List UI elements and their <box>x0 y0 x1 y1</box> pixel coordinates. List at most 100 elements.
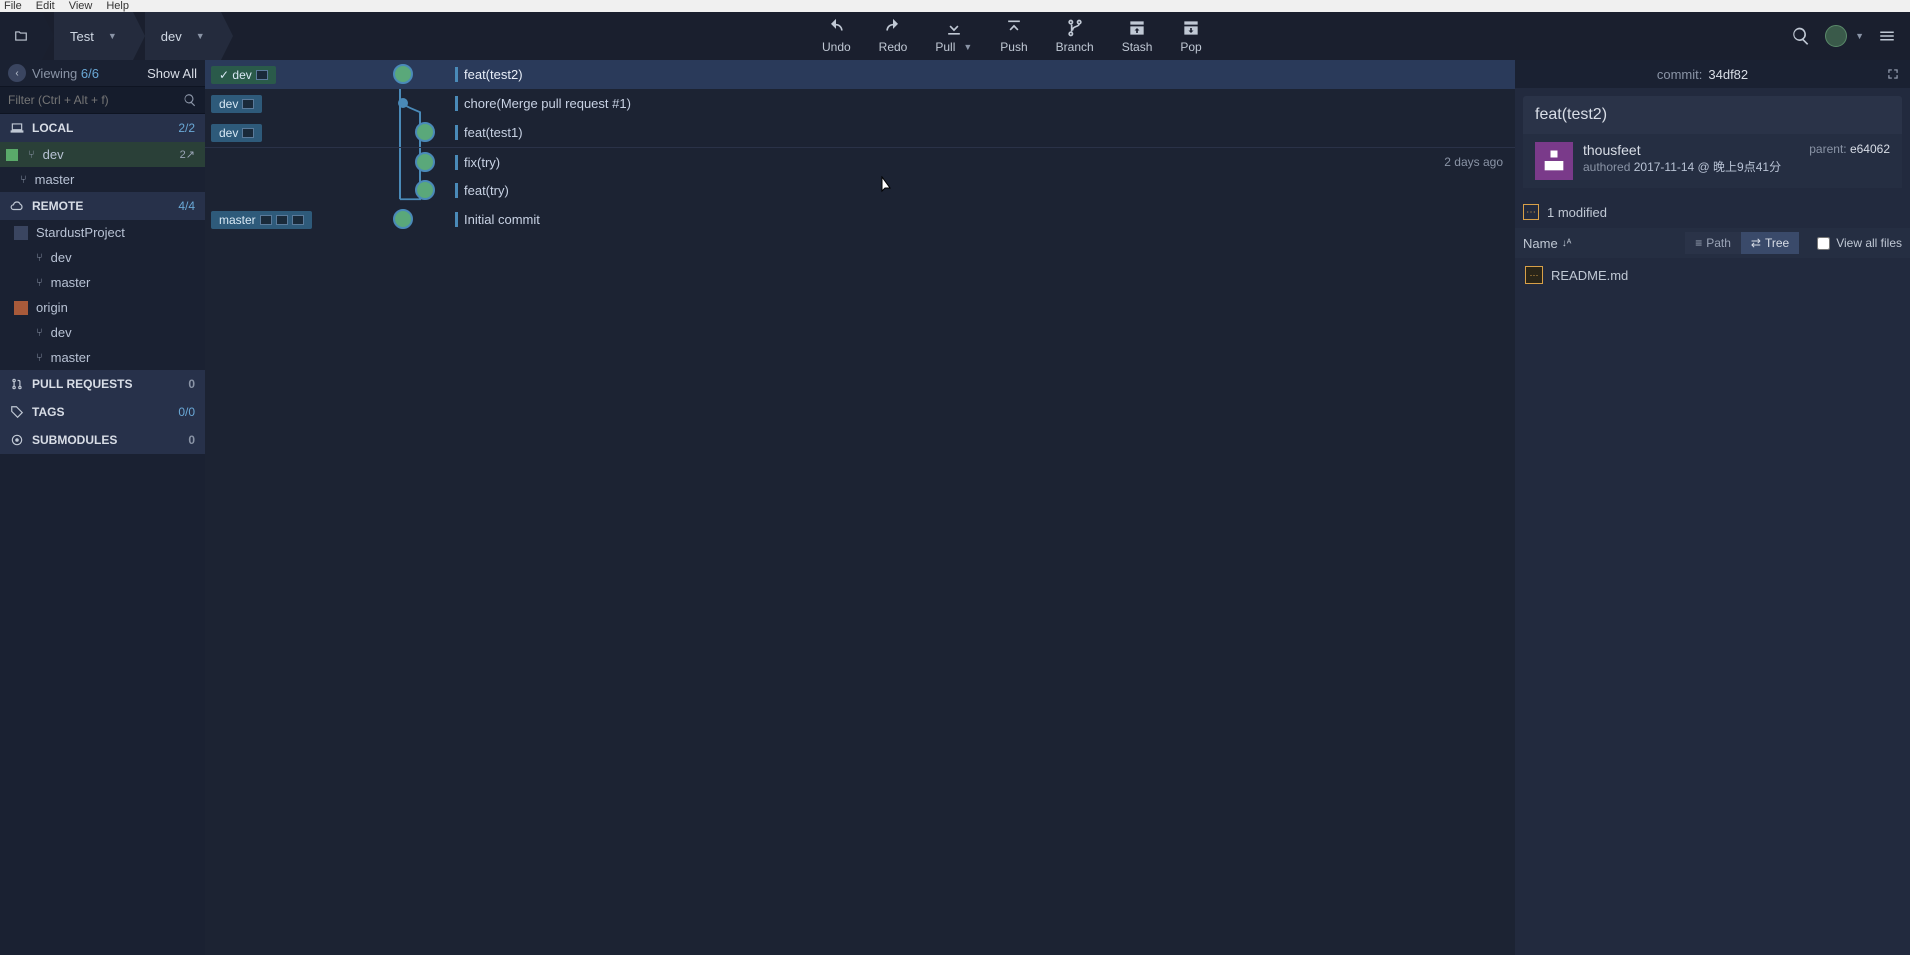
profile-button[interactable]: ▼ <box>1825 25 1864 47</box>
pop-button[interactable]: Pop <box>1180 18 1201 54</box>
commit-row[interactable]: master Initial commit <box>205 205 1515 234</box>
repo-name: Test <box>70 29 94 44</box>
commit-node <box>393 209 413 229</box>
commit-message: feat(try) <box>455 183 509 198</box>
left-panel: ‹ Viewing 6/6 Show All LOCAL 2/2 ⑂ dev 2… <box>0 60 205 955</box>
push-button[interactable]: Push <box>1000 18 1027 54</box>
commit-node <box>415 152 435 172</box>
commit-detail-card: feat(test2) thousfeet authored 2017-11-1… <box>1523 96 1902 188</box>
branch-button[interactable]: Branch <box>1056 18 1094 54</box>
laptop-icon <box>292 215 304 225</box>
commit-message: fix(try) <box>455 155 500 170</box>
commit-node <box>398 98 408 108</box>
stash-button[interactable]: Stash <box>1122 18 1153 54</box>
remote-stardust[interactable]: StardustProject <box>0 220 205 245</box>
file-row[interactable]: ⋯ README.md <box>1515 258 1910 292</box>
commit-row[interactable]: ✓ dev feat(test2) <box>205 60 1515 89</box>
file-toolbar: Name ↓ᴬ ≡Path ⇄Tree View all files <box>1515 228 1910 258</box>
breadcrumb-repo[interactable]: Test ▼ <box>54 12 133 60</box>
remote-stardust-master[interactable]: ⑂ master <box>0 270 205 295</box>
section-remote[interactable]: REMOTE 4/4 <box>0 192 205 220</box>
pull-button[interactable]: Pull▼ <box>935 18 972 54</box>
menu-edit[interactable]: Edit <box>36 0 55 12</box>
folder-icon <box>14 29 28 43</box>
sort-name-button[interactable]: Name ↓ᴬ <box>1523 236 1571 251</box>
commit-message: feat(test1) <box>455 125 523 140</box>
modified-summary: ⋯ 1 modified <box>1515 196 1910 228</box>
remote-origin-master[interactable]: ⑂ master <box>0 345 205 370</box>
ref-label[interactable]: master <box>211 211 312 229</box>
view-all-files-checkbox[interactable]: View all files <box>1817 236 1902 250</box>
push-icon <box>1004 18 1024 38</box>
chevron-down-icon: ▼ <box>196 31 205 41</box>
commit-message: chore(Merge pull request #1) <box>455 96 631 111</box>
commit-label: commit: <box>1657 67 1703 82</box>
avatar <box>1535 142 1573 180</box>
folder-button[interactable] <box>0 12 42 60</box>
menu-icon[interactable] <box>1878 27 1896 45</box>
filter-input[interactable] <box>8 93 183 107</box>
undo-icon <box>826 18 846 38</box>
modified-file-icon: ⋯ <box>1525 266 1543 284</box>
commit-message: feat(test2) <box>455 67 523 82</box>
redo-icon <box>883 18 903 38</box>
ref-label[interactable]: ✓ dev <box>211 66 276 84</box>
main-area: ‹ Viewing 6/6 Show All LOCAL 2/2 ⑂ dev 2… <box>0 60 1910 955</box>
branch-icon: ⑂ <box>36 277 43 289</box>
undo-button[interactable]: Undo <box>822 18 851 54</box>
toolbar-center: Undo Redo Pull▼ Push Branch Stash Pop <box>233 18 1791 54</box>
breadcrumb-branch[interactable]: dev ▼ <box>145 12 221 60</box>
laptop-icon <box>256 70 268 80</box>
parent-hash[interactable]: e64062 <box>1850 142 1890 156</box>
remote-origin[interactable]: origin <box>0 295 205 320</box>
left-header: ‹ Viewing 6/6 Show All <box>0 60 205 86</box>
submodule-icon <box>10 433 24 447</box>
chevron-down-icon: ▼ <box>963 42 972 52</box>
local-branch-dev[interactable]: ⑂ dev 2↗ <box>0 142 205 167</box>
redo-button[interactable]: Redo <box>879 18 908 54</box>
commit-row[interactable]: dev chore(Merge pull request #1) <box>205 89 1515 118</box>
commit-time: 2 days ago <box>1444 155 1503 169</box>
pull-icon <box>944 18 964 38</box>
branch-icon: ⑂ <box>20 174 27 186</box>
commit-row[interactable]: fix(try) 2 days ago <box>205 147 1515 176</box>
ref-label[interactable]: dev <box>211 124 262 142</box>
back-button[interactable]: ‹ <box>8 64 26 82</box>
section-tags[interactable]: TAGS 0/0 <box>0 398 205 426</box>
menu-help[interactable]: Help <box>106 0 129 12</box>
sort-icon: ↓ᴬ <box>1562 238 1572 249</box>
pull-request-icon <box>10 377 24 391</box>
section-pull-requests[interactable]: PULL REQUESTS 0 <box>0 370 205 398</box>
remote-icon <box>14 301 28 315</box>
menu-file[interactable]: File <box>4 0 22 12</box>
author-info: thousfeet authored 2017-11-14 @ 晚上9点41分 <box>1583 142 1799 180</box>
chevron-down-icon: ▼ <box>1855 31 1864 41</box>
file-name: README.md <box>1551 268 1628 283</box>
expand-icon[interactable] <box>1886 67 1900 81</box>
laptop-icon <box>10 121 24 135</box>
search-icon[interactable] <box>183 93 197 107</box>
menu-view[interactable]: View <box>69 0 93 12</box>
commit-message: Initial commit <box>455 212 540 227</box>
gitlab-icon <box>242 128 254 138</box>
search-icon[interactable] <box>1791 26 1811 46</box>
gitlab-icon <box>276 215 288 225</box>
tree-view-button[interactable]: ⇄Tree <box>1741 232 1799 254</box>
stash-icon <box>1127 18 1147 38</box>
remote-origin-dev[interactable]: ⑂ dev <box>0 320 205 345</box>
commit-row[interactable]: feat(try) <box>205 176 1515 205</box>
path-view-button[interactable]: ≡Path <box>1685 232 1741 254</box>
filter-row <box>0 86 205 114</box>
show-all-button[interactable]: Show All <box>147 66 197 81</box>
remote-stardust-dev[interactable]: ⑂ dev <box>0 245 205 270</box>
section-local[interactable]: LOCAL 2/2 <box>0 114 205 142</box>
local-branch-master[interactable]: ⑂ master <box>0 167 205 192</box>
branch-icon: ⑂ <box>36 352 43 364</box>
commit-row[interactable]: dev feat(test1) <box>205 118 1515 147</box>
commit-hash[interactable]: 34df82 <box>1708 67 1748 82</box>
section-submodules[interactable]: SUBMODULES 0 <box>0 426 205 454</box>
monitor-icon <box>242 99 254 109</box>
toolbar: Test ▼ dev ▼ Undo Redo Pull▼ Push Branch <box>0 12 1910 60</box>
ref-label[interactable]: dev <box>211 95 262 113</box>
branch-icon: ⑂ <box>36 252 43 264</box>
